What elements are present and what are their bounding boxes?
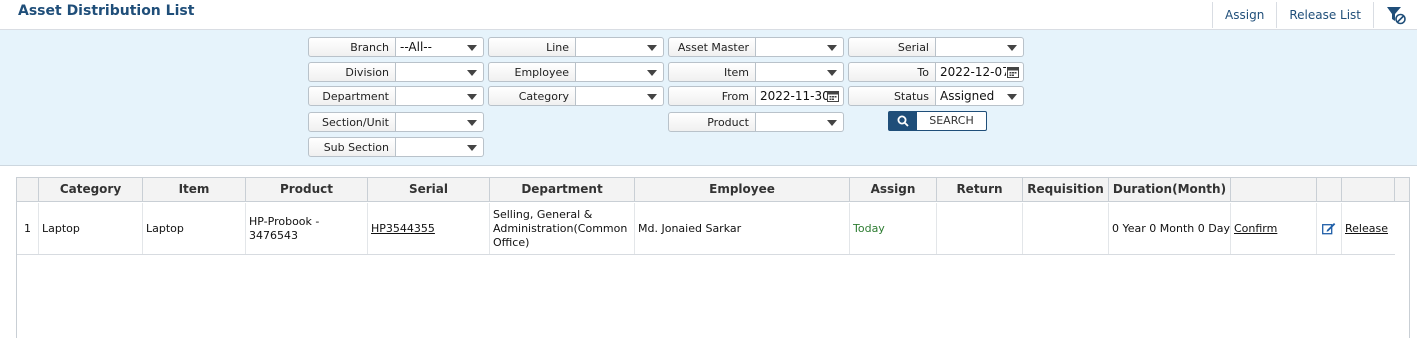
header-actions: Assign Release List bbox=[1212, 0, 1417, 30]
header-confirm bbox=[1231, 178, 1317, 202]
chevron-down-icon bbox=[647, 70, 657, 76]
chevron-down-icon bbox=[647, 45, 657, 51]
header-item[interactable]: Item bbox=[143, 178, 246, 202]
branch-value: --All-- bbox=[400, 40, 432, 54]
section-unit-select[interactable] bbox=[396, 112, 484, 132]
branch-label: Branch bbox=[308, 37, 396, 57]
calendar-icon[interactable] bbox=[1007, 66, 1019, 78]
serial-label: Serial bbox=[848, 37, 936, 57]
status-value: Assigned bbox=[940, 89, 995, 103]
sub-section-label: Sub Section bbox=[308, 137, 396, 157]
category-label: Category bbox=[488, 86, 576, 106]
chevron-down-icon bbox=[1007, 45, 1017, 51]
chevron-down-icon bbox=[467, 45, 477, 51]
serial-link[interactable]: HP3544355 bbox=[371, 222, 435, 236]
asset-distribution-table: Category Item Product Serial Department … bbox=[16, 177, 1410, 338]
division-label: Division bbox=[308, 62, 396, 82]
search-button[interactable]: SEARCH bbox=[888, 111, 987, 131]
header-product[interactable]: Product bbox=[246, 178, 368, 202]
table-header: Category Item Product Serial Department … bbox=[17, 178, 1409, 202]
to-date-input[interactable]: 2022-12-07 bbox=[936, 62, 1024, 82]
chevron-down-icon bbox=[467, 94, 477, 100]
section-unit-label: Section/Unit bbox=[308, 112, 396, 132]
page-title: Asset Distribution List bbox=[18, 3, 195, 19]
header-requisition[interactable]: Requisition bbox=[1023, 178, 1109, 202]
product-select[interactable] bbox=[756, 112, 844, 132]
from-date-value: 2022-11-30 bbox=[760, 89, 830, 103]
from-label: From bbox=[668, 86, 756, 106]
line-label: Line bbox=[488, 37, 576, 57]
employee-select[interactable] bbox=[576, 62, 664, 82]
header-release bbox=[1342, 178, 1395, 202]
header-assign[interactable]: Assign bbox=[850, 178, 937, 202]
cell-item: Laptop bbox=[143, 203, 246, 254]
line-select[interactable] bbox=[576, 37, 664, 57]
edit-icon[interactable] bbox=[1322, 222, 1336, 235]
sub-section-select[interactable] bbox=[396, 137, 484, 157]
chevron-down-icon bbox=[827, 45, 837, 51]
header-row-number bbox=[17, 178, 39, 202]
cell-confirm: Confirm bbox=[1231, 203, 1317, 254]
cell-serial: HP3544355 bbox=[368, 203, 490, 254]
header-edit bbox=[1317, 178, 1342, 202]
chevron-down-icon bbox=[827, 120, 837, 126]
header-serial[interactable]: Serial bbox=[368, 178, 490, 202]
cell-duration: 0 Year 0 Month 0 Day bbox=[1109, 203, 1231, 254]
header-category[interactable]: Category bbox=[39, 178, 143, 202]
header-duration[interactable]: Duration(Month) bbox=[1109, 178, 1231, 202]
filter-clear-icon bbox=[1386, 7, 1406, 25]
item-label: Item bbox=[668, 62, 756, 82]
assign-link[interactable]: Assign bbox=[1212, 2, 1276, 28]
to-date-value: 2022-12-07 bbox=[940, 65, 1006, 79]
filter-panel: Branch --All-- Division Department Secti… bbox=[0, 30, 1417, 166]
employee-label: Employee bbox=[488, 62, 576, 82]
search-button-label: SEARCH bbox=[929, 114, 974, 127]
cell-category: Laptop bbox=[39, 203, 143, 254]
cell-return bbox=[937, 203, 1023, 254]
chevron-down-icon bbox=[467, 70, 477, 76]
product-label: Product bbox=[668, 112, 756, 132]
cell-assign: Today bbox=[850, 203, 937, 254]
table-row: 1 Laptop Laptop HP-Probook - 3476543 HP3… bbox=[17, 203, 1395, 255]
chevron-down-icon bbox=[827, 70, 837, 76]
category-select[interactable] bbox=[576, 86, 664, 106]
asset-master-select[interactable] bbox=[756, 37, 844, 57]
header-department[interactable]: Department bbox=[490, 178, 635, 202]
top-bar: Asset Distribution List Assign Release L… bbox=[0, 0, 1417, 30]
cell-edit bbox=[1317, 203, 1342, 254]
cell-product: HP-Probook - 3476543 bbox=[246, 203, 368, 254]
header-return[interactable]: Return bbox=[937, 178, 1023, 202]
division-select[interactable] bbox=[396, 62, 484, 82]
calendar-icon[interactable] bbox=[827, 90, 839, 102]
chevron-down-icon bbox=[647, 94, 657, 100]
department-select[interactable] bbox=[396, 86, 484, 106]
chevron-down-icon bbox=[467, 120, 477, 126]
department-label: Department bbox=[308, 86, 396, 106]
status-select[interactable]: Assigned bbox=[936, 86, 1024, 106]
cell-employee: Md. Jonaied Sarkar bbox=[635, 203, 850, 254]
confirm-link[interactable]: Confirm bbox=[1234, 222, 1277, 236]
release-list-link[interactable]: Release List bbox=[1276, 2, 1373, 28]
header-employee[interactable]: Employee bbox=[635, 178, 850, 202]
cell-release: Release bbox=[1342, 203, 1395, 254]
asset-master-label: Asset Master bbox=[668, 37, 756, 57]
cell-department: Selling, General & Administration(Common… bbox=[490, 203, 635, 254]
clear-filter-button[interactable] bbox=[1373, 2, 1417, 28]
chevron-down-icon bbox=[467, 145, 477, 151]
release-link[interactable]: Release bbox=[1345, 222, 1388, 236]
row-number: 1 bbox=[17, 203, 39, 254]
from-date-input[interactable]: 2022-11-30 bbox=[756, 86, 844, 106]
serial-select[interactable] bbox=[936, 37, 1024, 57]
cell-requisition bbox=[1023, 203, 1109, 254]
search-icon bbox=[889, 112, 917, 130]
chevron-down-icon bbox=[1007, 94, 1017, 100]
to-label: To bbox=[848, 62, 936, 82]
status-label: Status bbox=[848, 86, 936, 106]
item-select[interactable] bbox=[756, 62, 844, 82]
branch-select[interactable]: --All-- bbox=[396, 37, 484, 57]
